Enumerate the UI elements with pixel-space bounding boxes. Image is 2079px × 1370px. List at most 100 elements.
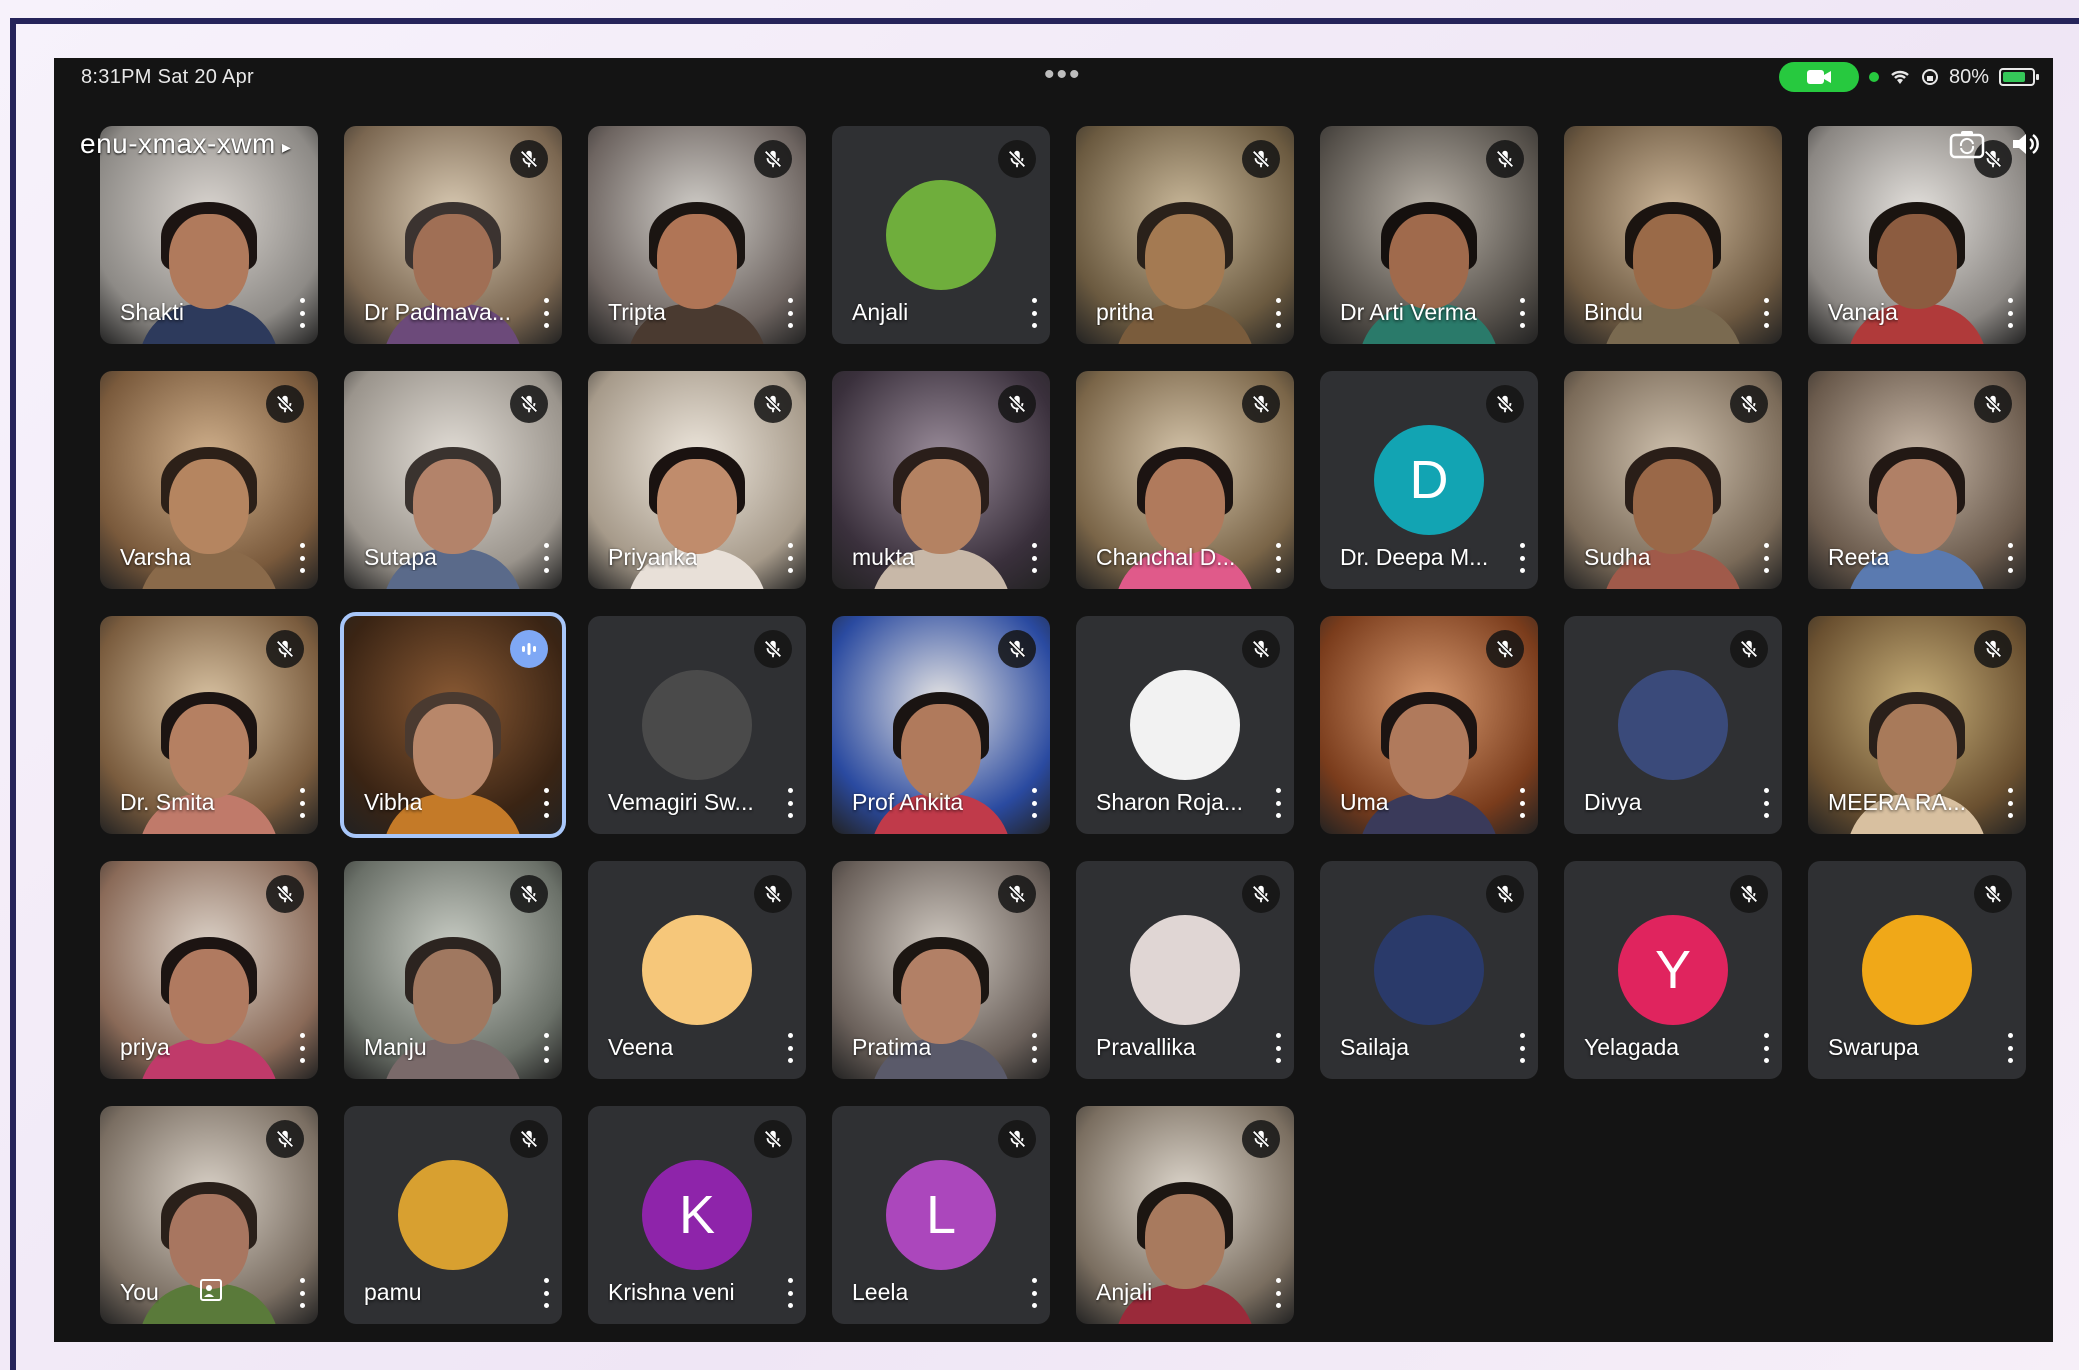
participant-tile[interactable]: pritha (1076, 126, 1294, 344)
more-options-icon[interactable] (786, 1278, 794, 1308)
more-options-icon[interactable] (1762, 1033, 1770, 1063)
avatar (1618, 670, 1728, 780)
camera-active-pill[interactable] (1778, 62, 1859, 92)
more-options-icon[interactable] (1518, 298, 1526, 328)
participant-tile[interactable]: Swarupa (1808, 861, 2026, 1079)
mic-off-icon (998, 385, 1036, 423)
more-options-icon[interactable] (298, 1278, 306, 1308)
more-options-icon[interactable] (2006, 298, 2014, 328)
more-options-icon[interactable] (786, 543, 794, 573)
participant-tile[interactable]: Sharon Roja... (1076, 616, 1294, 834)
more-options-icon[interactable] (786, 1033, 794, 1063)
mic-off-icon (754, 1120, 792, 1158)
more-options-icon[interactable] (1030, 298, 1038, 328)
battery-percent: 80% (1948, 65, 1989, 88)
participant-tile[interactable]: D Dr. Deepa M... (1320, 371, 1538, 589)
avatar (642, 915, 752, 1025)
participant-tile[interactable]: Bindu (1564, 126, 1782, 344)
participant-tile[interactable]: Y Yelagada (1564, 861, 1782, 1079)
more-options-icon[interactable] (1762, 788, 1770, 818)
more-options-icon[interactable] (542, 543, 550, 573)
mic-off-icon (1974, 875, 2012, 913)
participant-tile[interactable]: Tripta (588, 126, 806, 344)
mic-off-icon (1730, 875, 1768, 913)
more-options-icon[interactable] (1518, 788, 1526, 818)
camera-icon (1806, 70, 1831, 84)
more-options-icon[interactable] (1518, 543, 1526, 573)
multitask-dots[interactable]: ••• (1044, 58, 1082, 92)
more-options-icon[interactable] (1274, 788, 1282, 818)
more-options-icon[interactable] (542, 1033, 550, 1063)
participant-tile[interactable]: Vibha (340, 612, 566, 838)
participant-tile[interactable]: MEERA RA... (1808, 616, 2026, 834)
status-bar: 8:31PM Sat 20 Apr ••• 80% (54, 58, 2053, 98)
more-options-icon[interactable] (298, 788, 306, 818)
participant-tile[interactable]: Divya (1564, 616, 1782, 834)
more-options-icon[interactable] (2006, 1033, 2014, 1063)
more-options-icon[interactable] (1518, 1033, 1526, 1063)
participant-tile[interactable]: Sudha (1564, 371, 1782, 589)
more-options-icon[interactable] (542, 298, 550, 328)
participant-tile[interactable]: Anjali (1076, 1106, 1294, 1324)
more-options-icon[interactable] (786, 298, 794, 328)
more-options-icon[interactable] (298, 1033, 306, 1063)
participant-tile[interactable]: Prof Ankita (832, 616, 1050, 834)
more-options-icon[interactable] (1030, 543, 1038, 573)
participant-name: Sutapa (364, 544, 437, 570)
more-options-icon[interactable] (1274, 298, 1282, 328)
more-options-icon[interactable] (1030, 1278, 1038, 1308)
more-options-icon[interactable] (1274, 1278, 1282, 1308)
participant-name: Varsha (120, 544, 192, 570)
mic-off-icon (1730, 630, 1768, 668)
participant-tile[interactable]: Priyanka (588, 371, 806, 589)
participant-tile[interactable]: Vemagiri Sw... (588, 616, 806, 834)
mic-off-icon (266, 875, 304, 913)
participant-tile[interactable]: L Leela (832, 1106, 1050, 1324)
participant-tile[interactable]: priya (100, 861, 318, 1079)
participant-tile[interactable]: Dr Padmava... (344, 126, 562, 344)
participant-tile[interactable]: Chanchal D... (1076, 371, 1294, 589)
participant-name: mukta (852, 544, 915, 570)
reframe-icon[interactable] (198, 1277, 224, 1308)
more-options-icon[interactable] (2006, 543, 2014, 573)
participant-tile[interactable]: Pratima (832, 861, 1050, 1079)
speaker-icon[interactable] (2009, 128, 2041, 160)
more-options-icon[interactable] (1030, 1033, 1038, 1063)
avatar (1862, 915, 1972, 1025)
more-options-icon[interactable] (1030, 788, 1038, 818)
participant-tile[interactable]: Veena (588, 861, 806, 1079)
participant-tile[interactable]: Anjali (832, 126, 1050, 344)
participant-name: Vanaja (1828, 299, 1898, 325)
more-options-icon[interactable] (298, 543, 306, 573)
participant-tile[interactable]: Pravallika (1076, 861, 1294, 1079)
more-options-icon[interactable] (1274, 543, 1282, 573)
more-options-icon[interactable] (786, 788, 794, 818)
participant-tile[interactable]: Dr. Smita (100, 616, 318, 834)
participant-tile[interactable]: K Krishna veni (588, 1106, 806, 1324)
participant-tile[interactable]: Sutapa (344, 371, 562, 589)
participant-tile[interactable]: You (100, 1106, 318, 1324)
participant-tile[interactable]: Reeta (1808, 371, 2026, 589)
more-options-icon[interactable] (2006, 788, 2014, 818)
meeting-code[interactable]: enu-xmax-xwm ▸ (80, 128, 291, 160)
avatar (642, 670, 752, 780)
participant-tile[interactable]: pamu (344, 1106, 562, 1324)
participant-tile[interactable]: Dr Arti Verma (1320, 126, 1538, 344)
more-options-icon[interactable] (1274, 1033, 1282, 1063)
participant-tile[interactable]: Uma (1320, 616, 1538, 834)
participant-name: Reeta (1828, 544, 1890, 570)
more-options-icon[interactable] (542, 788, 550, 818)
avatar (1130, 915, 1240, 1025)
mic-off-icon (754, 140, 792, 178)
more-options-icon[interactable] (1762, 543, 1770, 573)
switch-camera-icon[interactable] (1949, 128, 1985, 160)
participant-tile[interactable]: Sailaja (1320, 861, 1538, 1079)
more-options-icon[interactable] (298, 298, 306, 328)
battery-level (2003, 72, 2026, 82)
participant-tile[interactable]: Varsha (100, 371, 318, 589)
more-options-icon[interactable] (1762, 298, 1770, 328)
more-options-icon[interactable] (542, 1278, 550, 1308)
participant-tile[interactable]: Manju (344, 861, 562, 1079)
participant-name: Dr. Smita (120, 789, 215, 815)
participant-tile[interactable]: mukta (832, 371, 1050, 589)
